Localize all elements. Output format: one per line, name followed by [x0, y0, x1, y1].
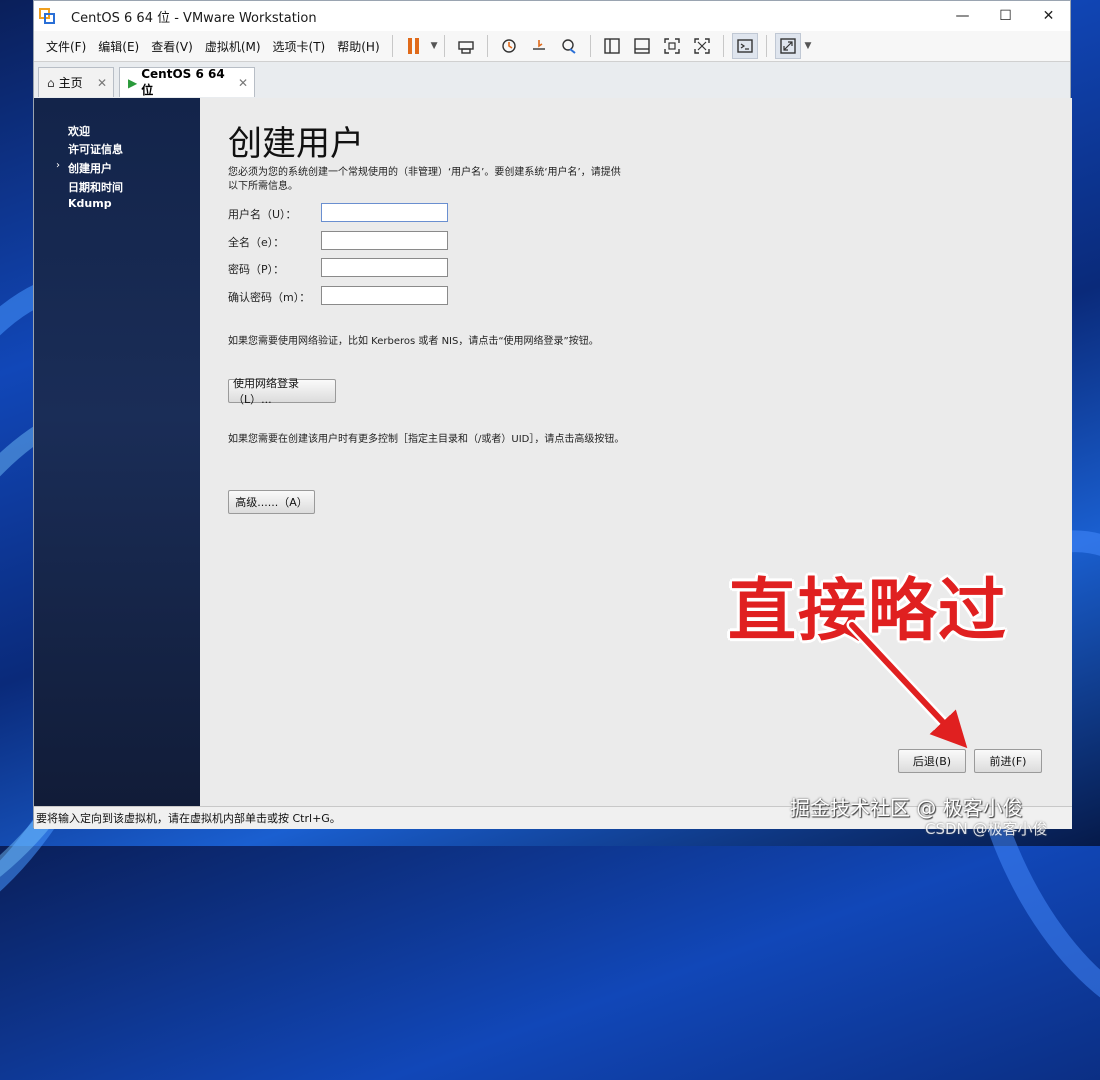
confirm-password-label: 确认密码（m）： — [228, 291, 311, 304]
sidebar-item-datetime: 日期和时间 — [68, 181, 123, 194]
page-title: 创建用户 — [228, 124, 364, 164]
watermark: CSDN @极客小俊 — [925, 820, 1048, 838]
window-controls: — ☐ ✕ — [941, 1, 1070, 31]
menu-file[interactable]: 文件(F) — [40, 38, 92, 55]
sidebar-item-create-user: 创建用户 — [68, 162, 112, 175]
pause-button[interactable] — [401, 33, 427, 59]
sidebar-item-kdump: Kdump — [68, 197, 112, 210]
console-view-button[interactable] — [731, 33, 758, 59]
snapshot-icon — [501, 39, 516, 53]
toolbar-separator — [589, 35, 591, 57]
fullname-label: 全名（e）： — [228, 236, 285, 249]
fullscreen-button[interactable] — [659, 33, 685, 59]
stretch-guest-button[interactable] — [774, 33, 801, 59]
password-field[interactable] — [321, 258, 448, 277]
forward-button[interactable]: 前进(F) — [974, 749, 1042, 773]
menu-view[interactable]: 查看(V) — [145, 38, 199, 55]
advanced-note: 如果您需要在创建该用户时有更多控制［指定主目录和（/或者）UID］，请点击高级按… — [228, 434, 625, 445]
network-note: 如果您需要使用网络验证，比如 Kerberos 或者 NIS，请点击“使用网络登… — [228, 336, 599, 347]
chevron-down-icon[interactable]: ▼ — [431, 41, 438, 51]
view-library-button[interactable] — [599, 33, 625, 59]
revert-snapshot-button[interactable] — [526, 33, 552, 59]
intro-text: 您必须为您的系统创建一个常规使用的（非管理）‘用户名’。要创建系统‘用户名’，请… — [228, 167, 621, 192]
current-step-icon: › — [56, 160, 60, 171]
snapshot-button[interactable] — [496, 33, 522, 59]
sidebar-layout-icon — [603, 38, 620, 54]
close-icon[interactable]: ✕ — [238, 76, 248, 90]
vm-icon: ▶ — [128, 75, 138, 90]
toolbar-separator — [722, 35, 724, 57]
stretch-icon — [779, 38, 796, 54]
terminal-icon — [736, 39, 753, 53]
toolbar-separator — [443, 35, 445, 57]
snapshot-manager-icon — [561, 39, 576, 54]
tab-centos[interactable]: ▶ CentOS 6 64 位 ✕ — [119, 67, 255, 97]
guest-display[interactable]: 欢迎 许可证信息 › 创建用户 日期和时间 Kdump 创建用户 您必须为您的系… — [34, 98, 1072, 806]
watermark: 掘金技术社区 @ 极客小俊 — [790, 796, 1023, 820]
installer-content: 创建用户 您必须为您的系统创建一个常规使用的（非管理）‘用户名’。要创建系统‘用… — [200, 98, 1072, 806]
title-bar: CentOS 6 64 位 - VMware Workstation — ☐ ✕ — [34, 1, 1070, 31]
unity-mode-button[interactable] — [689, 33, 715, 59]
tab-home[interactable]: ⌂ 主页 ✕ — [38, 67, 114, 97]
snapshot-manager-button[interactable] — [556, 33, 582, 59]
vmware-window: CentOS 6 64 位 - VMware Workstation — ☐ ✕… — [33, 0, 1072, 829]
tab-bar: ⌂ 主页 ✕ ▶ CentOS 6 64 位 ✕ — [34, 61, 1070, 99]
minimize-button[interactable]: — — [941, 1, 984, 31]
fullname-field[interactable] — [321, 231, 448, 250]
toolbar-separator — [391, 35, 393, 57]
annotation-label: 直接略过 — [728, 572, 1009, 651]
menu-tabs[interactable]: 选项卡(T) — [267, 38, 332, 55]
installer-sidebar: 欢迎 许可证信息 › 创建用户 日期和时间 Kdump — [34, 98, 200, 806]
unity-icon — [693, 38, 710, 54]
back-button[interactable]: 后退(B) — [898, 749, 966, 773]
menu-edit[interactable]: 编辑(E) — [92, 38, 145, 55]
window-title: CentOS 6 64 位 - VMware Workstation — [71, 10, 317, 26]
pause-icon — [408, 38, 420, 54]
password-label: 密码（P）： — [228, 263, 285, 276]
home-icon: ⌂ — [47, 75, 55, 90]
tab-label: 主页 — [58, 76, 83, 90]
toolbar-separator — [486, 35, 488, 57]
advanced-button[interactable]: 高级......（A） — [228, 490, 315, 514]
vmware-logo-icon — [39, 8, 55, 24]
username-label: 用户名（U）： — [228, 208, 297, 221]
sidebar-item-license: 许可证信息 — [68, 143, 123, 156]
status-text: 要将输入定向到该虚拟机，请在虚拟机内部单击或按 Ctrl+G。 — [36, 812, 341, 825]
network-login-button[interactable]: 使用网络登录（L）... — [228, 377, 336, 406]
view-thumbnail-button[interactable] — [629, 33, 655, 59]
menu-bar: 文件(F) 编辑(E) 查看(V) 虚拟机(M) 选项卡(T) 帮助(H) ▼ — [34, 31, 1070, 61]
menu-vm[interactable]: 虚拟机(M) — [199, 38, 267, 55]
revert-icon — [532, 40, 545, 50]
sidebar-item-welcome: 欢迎 — [68, 125, 90, 138]
confirm-password-field[interactable] — [321, 286, 448, 305]
fullscreen-icon — [663, 38, 680, 54]
keyboard-icon — [457, 41, 474, 54]
close-icon[interactable]: ✕ — [97, 76, 107, 90]
maximize-button[interactable]: ☐ — [984, 1, 1027, 31]
chevron-down-icon[interactable]: ▼ — [805, 41, 812, 51]
send-ctrl-alt-del-button[interactable] — [453, 33, 479, 59]
toolbar-separator — [765, 35, 767, 57]
bottom-panel-layout-icon — [633, 38, 650, 54]
tab-label: CentOS 6 64 位 — [141, 67, 225, 97]
menu-help[interactable]: 帮助(H) — [331, 38, 385, 55]
close-button[interactable]: ✕ — [1027, 1, 1070, 31]
username-field[interactable] — [321, 203, 448, 222]
